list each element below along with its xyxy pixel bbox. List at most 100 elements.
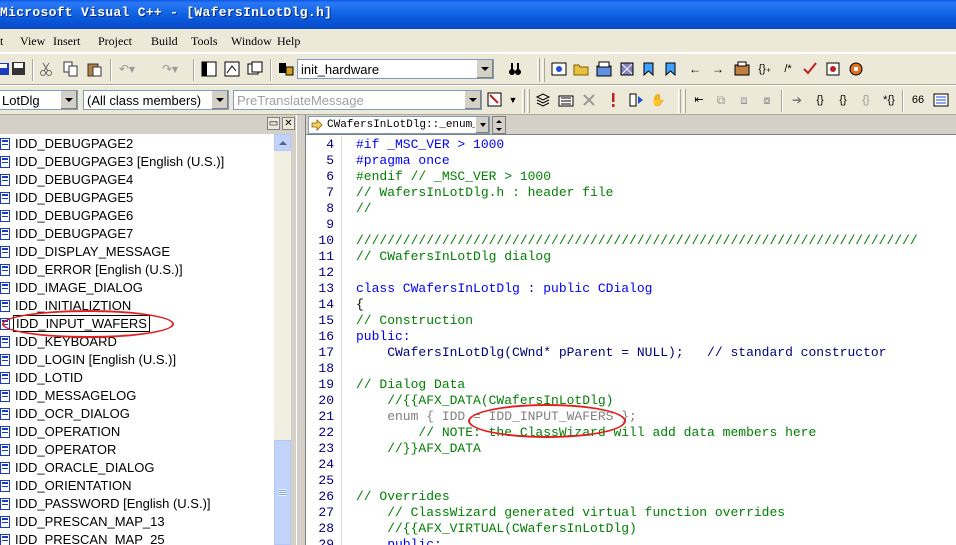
code-line[interactable]: 7 // WafersInLotDlg.h : header file <box>306 185 956 201</box>
tree-item[interactable]: IDD_PRESCAN_MAP_13 <box>0 513 274 531</box>
next-bookmark-icon[interactable] <box>661 59 681 79</box>
cut-icon[interactable] <box>36 59 56 79</box>
code-line[interactable]: 29 public: <box>306 537 956 545</box>
output-icon[interactable] <box>222 59 242 79</box>
tree-item[interactable]: IDD_INITIALIZTION <box>0 297 274 315</box>
build-mini-icon[interactable] <box>556 90 576 110</box>
window-list-icon[interactable] <box>245 59 265 79</box>
menu-build[interactable]: Build <box>151 34 178 49</box>
code-editor[interactable]: CWafersInLotDlg::_enum_1d 4 #if _MSC_VER … <box>306 115 956 545</box>
code-line[interactable]: 17 CWafersInLotDlg(CWnd* pParent = NULL)… <box>306 345 956 361</box>
comment-icon[interactable]: /* <box>778 59 798 79</box>
tree-item[interactable]: IDD_OCR_DIALOG <box>0 405 274 423</box>
pane-splitter[interactable] <box>296 115 306 545</box>
scroll-up-icon[interactable] <box>274 134 291 151</box>
close-icon[interactable]: ✕ <box>282 117 295 130</box>
step-out-icon[interactable]: {} <box>856 90 876 110</box>
options-icon[interactable] <box>823 59 843 79</box>
function-combo[interactable]: PreTranslateMessage <box>233 90 482 110</box>
tree-item[interactable]: IDD_OPERATOR <box>0 441 274 459</box>
tree-item[interactable]: IDD_PRESCAN_MAP_25 <box>0 531 274 545</box>
tree-item[interactable]: IDD_DEBUGPAGE3 [English (U.S.)] <box>0 153 274 171</box>
toolbar-grip[interactable] <box>683 89 686 113</box>
execute-icon[interactable] <box>603 90 623 110</box>
tree-item[interactable]: IDD_MESSAGELOG <box>0 387 274 405</box>
redo-icon[interactable]: ↷▾ <box>160 59 180 79</box>
tree-item[interactable]: IDD_DISPLAY_MESSAGE <box>0 243 274 261</box>
go-icon[interactable] <box>626 90 646 110</box>
toolbar-grip[interactable] <box>542 58 545 82</box>
menu-help[interactable]: Help <box>277 34 300 49</box>
code-line[interactable]: 28 //{{AFX_VIRTUAL(CWafersInLotDlg) <box>306 521 956 537</box>
tree-item[interactable]: IDD_LOTID <box>0 369 274 387</box>
breakpoint-hand-icon[interactable]: ✋ <box>648 90 668 110</box>
tree-item[interactable]: IDD_ORACLE_DIALOG <box>0 459 274 477</box>
code-line[interactable]: 21 enum { IDD = IDD_INPUT_WAFERS }; <box>306 409 956 425</box>
bookmark-icon[interactable] <box>639 59 659 79</box>
tree-item[interactable]: IDD_ORIENTATION <box>0 477 274 495</box>
tree-item[interactable]: IDD_OPERATION <box>0 423 274 441</box>
run-to-cursor-icon[interactable]: *{} <box>879 90 899 110</box>
chevron-down-icon[interactable] <box>60 91 77 109</box>
find-in-files-icon[interactable] <box>276 59 296 79</box>
tree-item[interactable]: IDD_DEBUGPAGE4 <box>0 171 274 189</box>
code-line[interactable]: 23 //}}AFX_DATA <box>306 441 956 457</box>
build-icon[interactable] <box>594 59 614 79</box>
scrollbar-thumb[interactable] <box>274 440 291 545</box>
code-line[interactable]: 24 <box>306 457 956 473</box>
code-line[interactable]: 15 // Construction <box>306 313 956 329</box>
code-line[interactable]: 4 #if _MSC_VER > 1000 <box>306 137 956 153</box>
workspace-scrollbar[interactable] <box>274 134 291 545</box>
code-line[interactable]: 14 { <box>306 297 956 313</box>
code-line[interactable]: 13 class CWafersInLotDlg : public CDialog <box>306 281 956 297</box>
tree-item[interactable]: IDD_DEBUGPAGE2 <box>0 135 274 153</box>
copy-icon[interactable] <box>61 59 81 79</box>
code-line[interactable]: 12 <box>306 265 956 281</box>
dock-icon[interactable]: ▭ <box>267 117 280 130</box>
spell-check-icon[interactable] <box>800 59 820 79</box>
tools-icon[interactable] <box>846 59 866 79</box>
code-line[interactable]: 11 // CWafersInLotDlg dialog <box>306 249 956 265</box>
back-arrow-icon[interactable]: ← <box>685 59 705 79</box>
stop-build-icon[interactable] <box>579 90 599 110</box>
code-line[interactable]: 10 //////////////////////////////////////… <box>306 233 956 249</box>
find-icon[interactable] <box>505 59 525 79</box>
stop-debug-icon[interactable]: ⧉ <box>711 90 731 110</box>
code-line[interactable]: 16 public: <box>306 329 956 345</box>
break-icon[interactable]: ⧈ <box>734 90 754 110</box>
tree-item[interactable]: IDD_ERROR [English (U.S.)] <box>0 261 274 279</box>
menu-window[interactable]: Window <box>231 34 272 49</box>
tree-item[interactable]: IDD_DEBUGPAGE6 <box>0 207 274 225</box>
toolbar-grip[interactable] <box>537 58 540 82</box>
title-bar[interactable]: Microsoft Visual C++ - [WafersInLotDlg.h… <box>0 0 956 29</box>
code-line[interactable]: 8 // <box>306 201 956 217</box>
resource-tree[interactable]: IDD_DEBUGPAGE2 IDD_DEBUGPAGE3 [English (U… <box>0 134 274 545</box>
tree-item[interactable]: IDD_INPUT_WAFERS <box>0 315 274 333</box>
restart-icon[interactable]: ⇤ <box>689 90 709 110</box>
toolbar-grip[interactable] <box>678 89 681 113</box>
chevron-down-icon[interactable] <box>464 91 481 109</box>
chevron-down-icon[interactable] <box>475 117 489 133</box>
wizard-action-icon[interactable] <box>485 90 505 110</box>
tree-item[interactable]: IDD_PASSWORD [English (U.S.)] <box>0 495 274 513</box>
code-line[interactable]: 25 <box>306 473 956 489</box>
code-line[interactable]: 5 #pragma once <box>306 153 956 169</box>
tree-item[interactable]: IDD_LOGIN [English (U.S.)] <box>0 351 274 369</box>
tree-item[interactable]: IDD_DEBUGPAGE7 <box>0 225 274 243</box>
tree-item[interactable]: IDD_IMAGE_DIALOG <box>0 279 274 297</box>
code-line[interactable]: 19 // Dialog Data <box>306 377 956 393</box>
menu-insert[interactable]: Insert <box>53 34 80 49</box>
chevron-down-icon[interactable] <box>211 91 228 109</box>
apply-code-changes-icon[interactable]: ⧇ <box>757 90 777 110</box>
find-combo[interactable]: init_hardware <box>297 59 494 79</box>
toolbar-grip[interactable] <box>527 89 530 113</box>
stack-icon[interactable] <box>533 90 553 110</box>
menu-tools[interactable]: Tools <box>191 34 218 49</box>
tree-item[interactable]: IDD_DEBUGPAGE5 <box>0 189 274 207</box>
class-combo[interactable]: LotDlg <box>0 90 78 110</box>
code-line[interactable]: 22 // NOTE: the ClassWizard will add dat… <box>306 425 956 441</box>
open-folder-icon[interactable] <box>571 59 591 79</box>
watch-icon[interactable] <box>931 90 951 110</box>
code-line[interactable]: 6 #endif // _MSC_VER > 1000 <box>306 169 956 185</box>
scope-combo[interactable]: CWafersInLotDlg::_enum_1d <box>308 116 490 134</box>
